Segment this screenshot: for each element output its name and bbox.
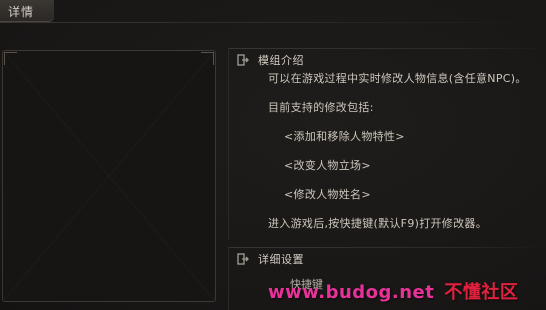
section-divider xyxy=(229,247,546,248)
intro-line-usage: 进入游戏后,按快捷键(默认F9)打开修改器。 xyxy=(268,217,488,230)
mod-intro-title: 模组介绍 xyxy=(258,54,304,67)
site-watermark: www.budog.net 不懂社区 xyxy=(268,278,518,304)
frame-corner-top-left xyxy=(4,52,17,65)
exit-door-icon xyxy=(237,253,249,265)
watermark-brand: 不懂社区 xyxy=(444,282,519,303)
details-tab[interactable]: 详情 xyxy=(0,0,54,22)
mod-details-panel: 详情 模组介绍 可以在游戏过程中实时修改人物信息(含任意NPC)。 目前支持的修… xyxy=(0,0,546,310)
mod-preview-image-frame xyxy=(2,50,216,302)
watermark-site: www.budog.net xyxy=(268,282,435,303)
intro-line-feature-name: <修改人物姓名> xyxy=(284,188,371,201)
intro-line-feature-traits: <添加和移除人物特性> xyxy=(284,130,405,143)
exit-door-icon xyxy=(237,54,249,66)
mod-intro-header: 模组介绍 xyxy=(237,52,304,68)
intro-line-feature-stance: <改变人物立场> xyxy=(284,159,371,172)
header-divider xyxy=(0,22,546,23)
intro-line-description: 可以在游戏过程中实时修改人物信息(含任意NPC)。 xyxy=(268,72,527,85)
frame-corner-top-right xyxy=(201,52,214,65)
section-divider xyxy=(229,48,546,49)
intro-line-supported-header: 目前支持的修改包括: xyxy=(268,101,374,114)
details-tab-label: 详情 xyxy=(8,5,35,19)
details-header: 详细设置 xyxy=(237,251,304,267)
details-title: 详细设置 xyxy=(258,253,304,266)
preview-placeholder-graphic xyxy=(3,51,215,301)
